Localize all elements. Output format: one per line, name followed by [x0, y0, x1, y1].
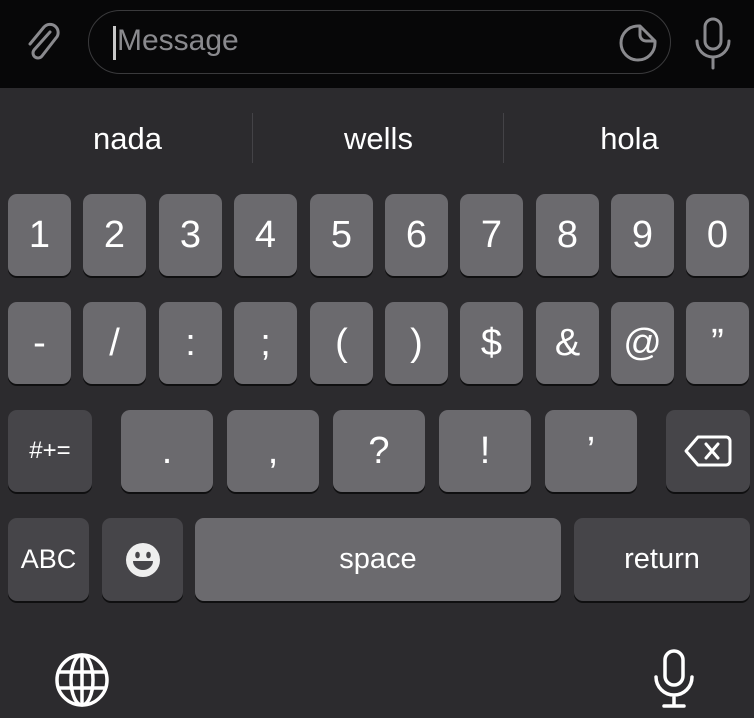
- key[interactable]: @: [611, 302, 674, 384]
- backspace-key[interactable]: [666, 410, 750, 492]
- message-input[interactable]: Message: [88, 10, 671, 74]
- key[interactable]: 2: [83, 194, 146, 276]
- space-key[interactable]: space: [195, 518, 561, 601]
- key[interactable]: (: [310, 302, 373, 384]
- sticker-icon[interactable]: [618, 23, 658, 63]
- key[interactable]: .: [121, 410, 213, 492]
- key[interactable]: 8: [536, 194, 599, 276]
- key[interactable]: ,: [227, 410, 319, 492]
- key[interactable]: 3: [159, 194, 222, 276]
- message-placeholder: Message: [117, 24, 239, 57]
- key[interactable]: 0: [686, 194, 749, 276]
- suggestion-item[interactable]: hola: [504, 88, 754, 190]
- paperclip-icon[interactable]: [20, 20, 66, 66]
- key[interactable]: ”: [686, 302, 749, 384]
- key[interactable]: ): [385, 302, 448, 384]
- key[interactable]: -: [8, 302, 71, 384]
- return-key[interactable]: return: [574, 518, 750, 601]
- key[interactable]: 5: [310, 194, 373, 276]
- text-caret: [113, 26, 116, 60]
- key[interactable]: ’: [545, 410, 637, 492]
- key[interactable]: 1: [8, 194, 71, 276]
- message-input-bar: Message: [0, 0, 754, 88]
- key[interactable]: $: [460, 302, 523, 384]
- key[interactable]: :: [159, 302, 222, 384]
- key[interactable]: 6: [385, 194, 448, 276]
- key[interactable]: &: [536, 302, 599, 384]
- key[interactable]: ?: [333, 410, 425, 492]
- dictation-microphone-icon[interactable]: [652, 648, 696, 710]
- microphone-icon[interactable]: [690, 16, 736, 70]
- globe-icon[interactable]: [54, 652, 110, 708]
- key[interactable]: !: [439, 410, 531, 492]
- emoji-key[interactable]: [102, 518, 183, 601]
- key[interactable]: 7: [460, 194, 523, 276]
- suggestion-bar: nada wells hola: [0, 88, 754, 190]
- suggestion-item[interactable]: wells: [253, 88, 504, 190]
- backspace-icon: [684, 435, 732, 467]
- key[interactable]: 4: [234, 194, 297, 276]
- key[interactable]: ;: [234, 302, 297, 384]
- key[interactable]: 9: [611, 194, 674, 276]
- emoji-icon: [125, 542, 160, 577]
- abc-key[interactable]: ABC: [8, 518, 89, 601]
- key[interactable]: /: [83, 302, 146, 384]
- more-symbols-key[interactable]: #+=: [8, 410, 92, 492]
- suggestion-item[interactable]: nada: [2, 88, 253, 190]
